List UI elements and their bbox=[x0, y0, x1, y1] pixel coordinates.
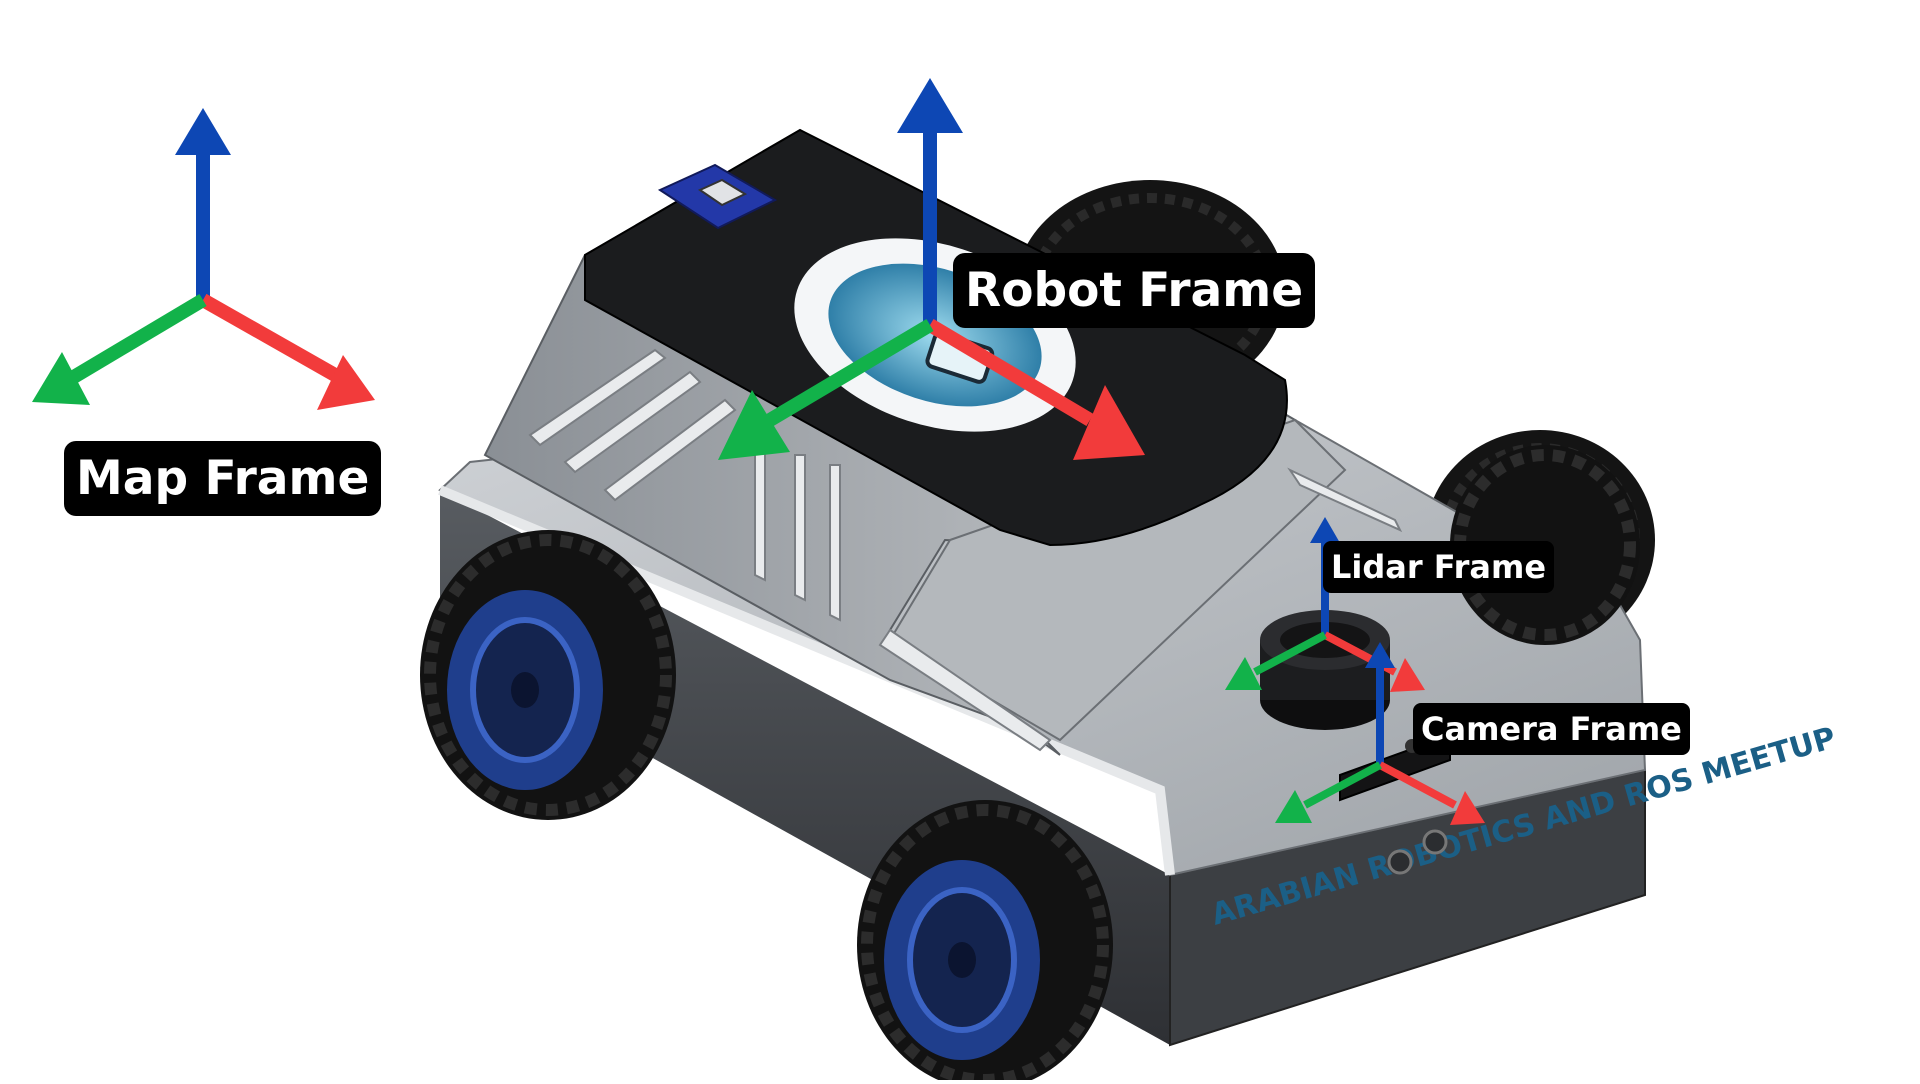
robot-frame-label: Robot Frame bbox=[953, 253, 1316, 328]
map-frame-label: Map Frame bbox=[64, 441, 382, 516]
map-x-axis bbox=[199, 293, 339, 382]
frames-diagram: ARABIAN ROBOTICS AND ROS MEETUP Map Fram… bbox=[0, 0, 1920, 1084]
lidar-frame-label: Lidar Frame bbox=[1323, 541, 1555, 593]
camera-frame-label: Camera Frame bbox=[1413, 703, 1690, 755]
front-light-left bbox=[1387, 849, 1413, 875]
front-right-wheel bbox=[857, 800, 1113, 1084]
map-y-axis bbox=[68, 293, 207, 385]
front-light-right bbox=[1422, 829, 1448, 855]
front-left-wheel bbox=[420, 530, 676, 820]
map-frame-axes bbox=[32, 108, 375, 410]
diagram-canvas: ARABIAN ROBOTICS AND ROS MEETUP bbox=[32, 78, 1840, 1084]
